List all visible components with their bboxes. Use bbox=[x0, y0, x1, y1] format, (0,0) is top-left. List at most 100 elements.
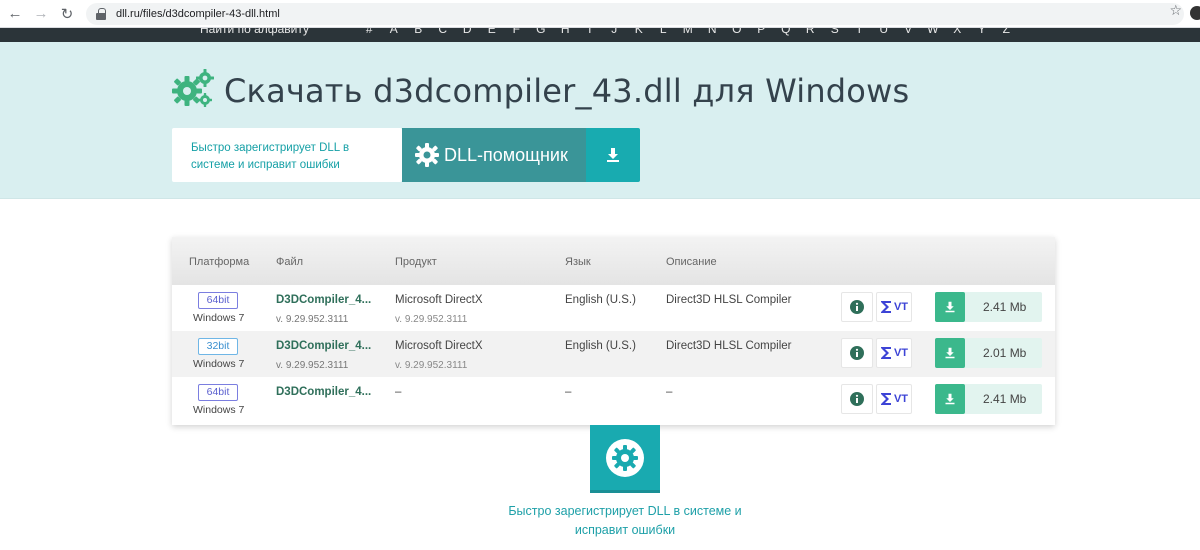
alphabet-letter[interactable]: Y bbox=[970, 28, 995, 36]
alphabet-letter[interactable]: R bbox=[798, 28, 823, 36]
alphabet-letter[interactable]: C bbox=[431, 28, 456, 36]
download-button[interactable]: 2.01 Mb bbox=[935, 338, 1042, 368]
alphabet-letter[interactable]: F bbox=[504, 28, 529, 36]
alphabet-letter[interactable]: K bbox=[627, 28, 652, 36]
alphabet-letter[interactable]: P bbox=[749, 28, 774, 36]
gear-icon bbox=[606, 438, 644, 477]
product-version: v. 9.29.952.3111 bbox=[395, 314, 468, 325]
column-file: Файл bbox=[276, 256, 304, 268]
alphabet-letter[interactable]: S bbox=[823, 28, 848, 36]
file-version: v. 9.29.952.3111 bbox=[276, 314, 349, 325]
reload-icon[interactable]: ↻ bbox=[56, 3, 78, 25]
alphabet-letter[interactable]: O bbox=[725, 28, 750, 36]
alphabet-letter[interactable]: E bbox=[480, 28, 505, 36]
download-icon bbox=[935, 292, 965, 322]
bookmark-star-icon[interactable]: ☆ bbox=[1169, 2, 1182, 19]
forward-arrow-icon[interactable]: → bbox=[30, 3, 52, 25]
language: English (U.S.) bbox=[565, 294, 636, 306]
alphabet-letter[interactable]: A bbox=[382, 28, 407, 36]
alphabet-letter[interactable]: M bbox=[676, 28, 701, 36]
back-arrow-icon[interactable]: ← bbox=[4, 3, 26, 25]
files-table: Платформа Файл Продукт Язык Описание 64b… bbox=[172, 237, 1055, 425]
helper-promo-text: Быстро зарегистрирует DLL в системе и ис… bbox=[191, 142, 350, 171]
file-name-link[interactable]: D3DCompiler_4... bbox=[276, 386, 371, 398]
description: – bbox=[666, 386, 673, 398]
info-button[interactable] bbox=[841, 338, 873, 368]
alphabet-letter[interactable]: # bbox=[357, 28, 382, 36]
language: English (U.S.) bbox=[565, 340, 636, 352]
vt-label: VT bbox=[893, 301, 909, 313]
vt-label: VT bbox=[893, 393, 909, 405]
alphabet-letter[interactable]: D bbox=[455, 28, 480, 36]
virustotal-button[interactable]: VT bbox=[876, 384, 912, 414]
helper-gear-button[interactable] bbox=[590, 425, 660, 493]
alphabet-letter[interactable]: T bbox=[847, 28, 872, 36]
info-icon bbox=[850, 392, 864, 406]
gears-icon bbox=[172, 69, 214, 107]
alphabet-letter[interactable]: Z bbox=[994, 28, 1019, 36]
alphabet-letter[interactable]: H bbox=[553, 28, 578, 36]
column-platform: Платформа bbox=[189, 256, 250, 268]
gear-icon bbox=[415, 143, 439, 167]
alphabet-letter[interactable]: I bbox=[578, 28, 603, 36]
table-row: 64bit Windows 7 D3DCompiler_4... v. 9.29… bbox=[172, 285, 1055, 331]
profile-avatar[interactable] bbox=[1190, 6, 1200, 20]
alphabet-label: Найти по алфавиту bbox=[200, 28, 310, 36]
file-size: 2.01 Mb bbox=[983, 346, 1027, 360]
address-bar[interactable]: dll.ru/files/d3dcompiler-43-dll.html bbox=[86, 3, 1184, 25]
helper-download-button[interactable] bbox=[586, 128, 640, 182]
page-title: Скачать d3dcompiler_43.dll для Windows bbox=[224, 72, 910, 110]
file-version: v. 9.29.952.3111 bbox=[276, 360, 349, 371]
os-label: Windows 7 bbox=[193, 404, 245, 416]
alphabet-letter[interactable]: G bbox=[529, 28, 554, 36]
file-name-link[interactable]: D3DCompiler_4... bbox=[276, 340, 371, 352]
description: Direct3D HLSL Compiler bbox=[666, 340, 792, 352]
language: – bbox=[565, 386, 572, 398]
lock-icon bbox=[96, 8, 106, 20]
info-button[interactable] bbox=[841, 292, 873, 322]
product-version: v. 9.29.952.3111 bbox=[395, 360, 468, 371]
download-icon bbox=[607, 148, 619, 162]
os-label: Windows 7 bbox=[193, 312, 245, 324]
dll-helper-button[interactable]: DLL-помощник bbox=[402, 128, 586, 182]
url-text[interactable]: dll.ru/files/d3dcompiler-43-dll.html bbox=[116, 8, 280, 20]
alphabet-letter[interactable]: J bbox=[602, 28, 627, 36]
file-size: 2.41 Mb bbox=[983, 300, 1027, 314]
download-button[interactable]: 2.41 Mb bbox=[935, 292, 1042, 322]
info-button[interactable] bbox=[841, 384, 873, 414]
bitness-badge: 64bit bbox=[198, 292, 238, 309]
download-icon bbox=[935, 384, 965, 414]
alphabet-letters: # A B C D E F G H I J K L M N O P Q R S T U V W X Y Z bbox=[357, 28, 1019, 36]
virustotal-button[interactable]: VT bbox=[876, 338, 912, 368]
alphabet-letter[interactable]: W bbox=[921, 28, 946, 36]
alphabet-nav: Найти по алфавиту # A B C D E F G H I J K L M N O P Q R S T U… bbox=[0, 28, 1200, 42]
product-name: Microsoft DirectX bbox=[395, 340, 483, 352]
download-button[interactable]: 2.41 Mb bbox=[935, 384, 1042, 414]
dll-helper-label: DLL-помощник bbox=[444, 144, 568, 165]
product-name: Microsoft DirectX bbox=[395, 294, 483, 306]
alphabet-letter[interactable]: L bbox=[651, 28, 676, 36]
bitness-badge: 64bit bbox=[198, 384, 238, 401]
page-header: Скачать d3dcompiler_43.dll для Windows Б… bbox=[0, 42, 1200, 199]
alphabet-letter[interactable]: B bbox=[406, 28, 431, 36]
table-row: 32bit Windows 7 D3DCompiler_4... v. 9.29… bbox=[172, 331, 1055, 377]
vt-label: VT bbox=[893, 347, 909, 359]
alphabet-letter[interactable]: N bbox=[700, 28, 725, 36]
alphabet-letter[interactable]: V bbox=[896, 28, 921, 36]
virustotal-button[interactable]: VT bbox=[876, 292, 912, 322]
alphabet-letter[interactable]: Q bbox=[774, 28, 799, 36]
browser-toolbar: ← → ↻ dll.ru/files/d3dcompiler-43-dll.ht… bbox=[0, 0, 1200, 28]
alphabet-letter[interactable]: U bbox=[872, 28, 897, 36]
description: Direct3D HLSL Compiler bbox=[666, 294, 792, 306]
os-label: Windows 7 bbox=[193, 358, 245, 370]
table-row: 64bit Windows 7 D3DCompiler_4... – – – V… bbox=[172, 377, 1055, 423]
helper-promo-box: Быстро зарегистрирует DLL в системе и ис… bbox=[172, 128, 402, 182]
alphabet-letter[interactable]: X bbox=[945, 28, 970, 36]
product-name: – bbox=[395, 386, 402, 398]
column-description: Описание bbox=[666, 256, 717, 268]
helper-promo-link[interactable]: Быстро зарегистрирует DLL в системе и ис… bbox=[500, 502, 750, 540]
column-product: Продукт bbox=[395, 256, 437, 268]
info-icon bbox=[850, 346, 864, 360]
file-name-link[interactable]: D3DCompiler_4... bbox=[276, 294, 371, 306]
bitness-badge: 32bit bbox=[198, 338, 238, 355]
